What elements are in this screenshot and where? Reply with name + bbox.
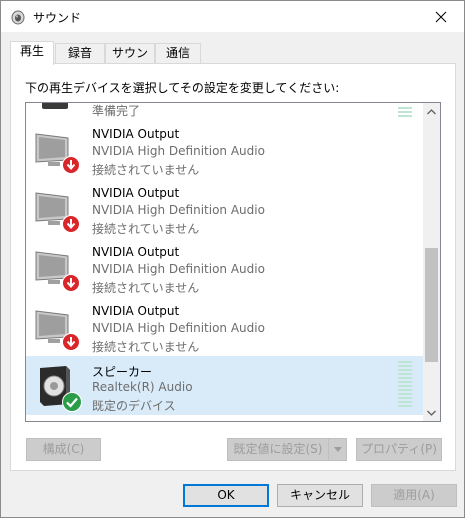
device-name: NVIDIA Output — [92, 127, 180, 141]
scroll-up-button[interactable] — [423, 103, 440, 120]
vertical-scrollbar[interactable] — [423, 103, 440, 421]
default-check-icon — [62, 392, 82, 412]
cancel-button[interactable]: キャンセル — [277, 484, 363, 507]
device-status: 準備完了 — [92, 104, 141, 118]
device-name: NVIDIA Output — [92, 304, 180, 318]
device-item[interactable]: NVIDIA Output NVIDIA High Definition Aud… — [26, 238, 423, 297]
disconnected-arrow-icon — [62, 215, 80, 233]
tab-playback[interactable]: 再生 — [10, 41, 54, 65]
title-bar[interactable]: サウンド — [1, 1, 464, 32]
tab-recording[interactable]: 録音 — [55, 43, 105, 64]
device-item[interactable]: NVIDIA Output NVIDIA High Definition Aud… — [26, 179, 423, 238]
device-list-viewport: 準備完了 NVIDIA Output NVIDIA High Definitio… — [26, 103, 423, 421]
ok-button[interactable]: OK — [183, 484, 269, 507]
tab-sounds[interactable]: サウンド — [105, 43, 155, 79]
chevron-down-icon — [427, 410, 436, 416]
device-status: 接続されていません — [92, 163, 200, 177]
set-default-dropdown[interactable] — [328, 438, 347, 461]
close-icon — [435, 11, 447, 22]
chevron-down-icon — [333, 447, 342, 452]
sound-dialog: サウンド 再生 録音 サウンド 通信 下の再生デバイスを選択してその設定を変更し… — [0, 0, 465, 518]
volume-meter — [398, 107, 412, 119]
speaker-icon — [42, 103, 68, 109]
window-title: サウンド — [33, 11, 82, 25]
scroll-thumb[interactable] — [425, 248, 438, 362]
tab-communications[interactable]: 通信 — [155, 43, 201, 64]
device-status: 接続されていません — [92, 281, 200, 295]
chevron-up-icon — [427, 108, 436, 114]
device-status: 接続されていません — [92, 340, 200, 354]
device-status: 接続されていません — [92, 222, 200, 236]
apply-button[interactable]: 適用(A) — [371, 484, 457, 507]
device-driver: Realtek(R) Audio — [92, 380, 193, 394]
device-list[interactable]: 準備完了 NVIDIA Output NVIDIA High Definitio… — [25, 102, 441, 422]
close-button[interactable] — [418, 1, 464, 32]
device-name: スピーカー — [92, 365, 153, 379]
device-name: NVIDIA Output — [92, 245, 180, 259]
speaker-app-icon — [11, 10, 25, 25]
disconnected-arrow-icon — [62, 156, 80, 174]
instruction-text: 下の再生デバイスを選択してその設定を変更してください: — [25, 81, 340, 95]
playback-panel: 下の再生デバイスを選択してその設定を変更してください: 準備完了 NVIDIA … — [10, 63, 456, 471]
device-name: NVIDIA Output — [92, 186, 180, 200]
properties-button[interactable]: プロパティ(P) — [356, 438, 442, 461]
device-status: 既定のデバイス — [92, 399, 176, 413]
device-item[interactable]: NVIDIA Output NVIDIA High Definition Aud… — [26, 297, 423, 356]
device-driver: NVIDIA High Definition Audio — [92, 144, 265, 158]
disconnected-arrow-icon — [62, 333, 80, 351]
volume-meter — [398, 361, 412, 409]
device-driver: NVIDIA High Definition Audio — [92, 321, 265, 335]
device-driver: NVIDIA High Definition Audio — [92, 262, 265, 276]
device-item-selected[interactable]: スピーカー Realtek(R) Audio 既定のデバイス — [26, 356, 423, 415]
set-default-button[interactable]: 既定値に設定(S) — [227, 438, 329, 461]
device-driver: NVIDIA High Definition Audio — [92, 203, 265, 217]
scroll-down-button[interactable] — [423, 404, 440, 421]
configure-button[interactable]: 構成(C) — [26, 438, 101, 461]
disconnected-arrow-icon — [62, 274, 80, 292]
device-item[interactable]: NVIDIA Output NVIDIA High Definition Aud… — [26, 120, 423, 179]
device-item[interactable]: 準備完了 — [26, 103, 423, 120]
